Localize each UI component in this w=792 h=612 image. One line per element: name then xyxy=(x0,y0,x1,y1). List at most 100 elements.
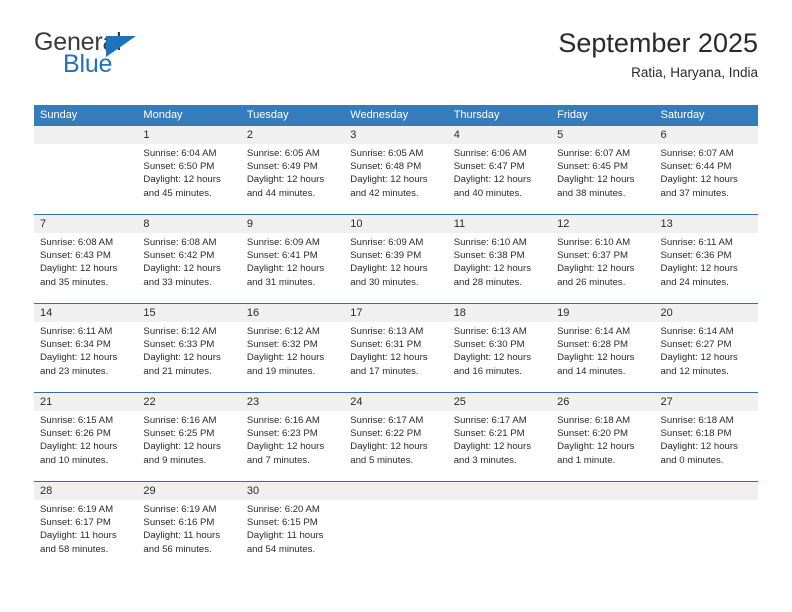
week-date-band: 7 8 9 10 11 12 13 xyxy=(34,215,758,233)
day-number-6[interactable]: 6 xyxy=(655,126,758,144)
day-number-29[interactable]: 29 xyxy=(137,482,240,500)
day-detail-line: Sunset: 6:20 PM xyxy=(557,428,629,440)
day-detail-line: Sunrise: 6:09 AM xyxy=(350,237,424,248)
day-cell-17[interactable]: Sunrise: 6:13 AM Sunset: 6:31 PM Daylight:… xyxy=(344,322,447,392)
day-number-5[interactable]: 5 xyxy=(551,126,654,144)
day-cell-16[interactable]: Sunrise: 6:12 AM Sunset: 6:32 PM Daylight:… xyxy=(241,322,344,392)
day-number-30[interactable]: 30 xyxy=(241,482,344,500)
day-number-14[interactable]: 14 xyxy=(34,304,137,322)
day-detail-line: Sunset: 6:23 PM xyxy=(246,428,318,440)
day-cell-25[interactable]: Sunrise: 6:17 AM Sunset: 6:21 PM Daylight:… xyxy=(448,411,551,481)
day-number-18[interactable]: 18 xyxy=(448,304,551,322)
day-number-27[interactable]: 27 xyxy=(655,393,758,411)
day-detail-line: Daylight: 12 hours xyxy=(453,352,532,364)
day-cell-7[interactable]: Sunrise: 6:08 AM Sunset: 6:43 PM Daylight:… xyxy=(34,233,137,303)
day-detail-line: and 44 minutes. xyxy=(246,187,316,199)
day-cell-20[interactable]: Sunrise: 6:14 AM Sunset: 6:27 PM Daylight:… xyxy=(655,322,758,392)
day-cell-5[interactable]: Sunrise: 6:07 AM Sunset: 6:45 PM Daylight:… xyxy=(551,144,654,214)
day-detail-line: Sunrise: 6:19 AM xyxy=(40,504,114,515)
calendar-week-row: 14 15 16 17 18 19 20 Sunrise: 6:11 AM Sunset: 6:… xyxy=(34,303,758,392)
day-number-19[interactable]: 19 xyxy=(551,304,654,322)
day-number-20[interactable]: 20 xyxy=(655,304,758,322)
day-number-11[interactable]: 11 xyxy=(448,215,551,233)
day-detail-line: Daylight: 12 hours xyxy=(350,352,428,364)
day-number-12[interactable]: 12 xyxy=(551,215,654,233)
day-number-13[interactable]: 13 xyxy=(655,215,758,233)
day-cell-4[interactable]: Sunrise: 6:06 AM Sunset: 6:47 PM Daylight:… xyxy=(448,144,551,214)
day-detail-line: Daylight: 12 hours xyxy=(660,263,738,275)
day-detail-line: Sunset: 6:39 PM xyxy=(350,250,422,262)
day-cell-24[interactable]: Sunrise: 6:17 AM Sunset: 6:22 PM Daylight:… xyxy=(344,411,447,481)
calendar-week-row: 7 8 9 10 11 12 13 Sunrise: 6:08 AM Sunset: 6:43 … xyxy=(34,214,758,303)
brand-logo[interactable]: General Blue xyxy=(34,26,264,82)
day-detail-line: Sunrise: 6:04 AM xyxy=(143,148,217,159)
day-detail-line: Daylight: 12 hours xyxy=(453,441,532,453)
day-number-15[interactable]: 15 xyxy=(137,304,240,322)
day-number-empty xyxy=(655,482,758,500)
day-cell-11[interactable]: Sunrise: 6:10 AM Sunset: 6:38 PM Daylight:… xyxy=(448,233,551,303)
day-number-23[interactable]: 23 xyxy=(241,393,344,411)
day-cell-18[interactable]: Sunrise: 6:13 AM Sunset: 6:30 PM Daylight:… xyxy=(448,322,551,392)
day-cell-21[interactable]: Sunrise: 6:15 AM Sunset: 6:26 PM Daylight:… xyxy=(34,411,137,481)
day-detail-line: Daylight: 12 hours xyxy=(143,352,221,364)
day-number-10[interactable]: 10 xyxy=(344,215,447,233)
day-cell-14[interactable]: Sunrise: 6:11 AM Sunset: 6:34 PM Daylight:… xyxy=(34,322,137,392)
page-header: General Blue September 2025 Ratia, Harya… xyxy=(34,26,758,88)
day-detail-line: Sunset: 6:34 PM xyxy=(40,339,111,351)
day-detail-line: Sunrise: 6:11 AM xyxy=(40,326,113,337)
day-detail-line: Sunrise: 6:05 AM xyxy=(246,148,320,159)
day-cell-19[interactable]: Sunrise: 6:14 AM Sunset: 6:28 PM Daylight:… xyxy=(551,322,654,392)
day-detail-line: Daylight: 12 hours xyxy=(350,441,428,453)
weekday-header-monday: Monday xyxy=(143,109,183,121)
day-cell-22[interactable]: Sunrise: 6:16 AM Sunset: 6:25 PM Daylight:… xyxy=(137,411,240,481)
day-detail-line: Daylight: 11 hours xyxy=(40,530,117,542)
day-detail-line: Sunrise: 6:10 AM xyxy=(453,237,527,248)
day-detail-line: Sunrise: 6:15 AM xyxy=(40,415,114,426)
day-cell-2[interactable]: Sunrise: 6:05 AM Sunset: 6:49 PM Daylight:… xyxy=(241,144,344,214)
day-cell-23[interactable]: Sunrise: 6:16 AM Sunset: 6:23 PM Daylight:… xyxy=(241,411,344,481)
day-cell-29[interactable]: Sunrise: 6:19 AM Sunset: 6:16 PM Daylight:… xyxy=(137,500,240,570)
day-cell-8[interactable]: Sunrise: 6:08 AM Sunset: 6:42 PM Daylight:… xyxy=(137,233,240,303)
day-detail-line: Sunrise: 6:14 AM xyxy=(660,326,734,337)
day-number-9[interactable]: 9 xyxy=(241,215,344,233)
day-detail-line: Sunset: 6:45 PM xyxy=(557,161,629,173)
day-number-7[interactable]: 7 xyxy=(34,215,137,233)
day-detail-line: Sunset: 6:15 PM xyxy=(246,517,318,529)
day-detail-line: Daylight: 12 hours xyxy=(350,174,428,186)
day-cell-15[interactable]: Sunrise: 6:12 AM Sunset: 6:33 PM Daylight:… xyxy=(137,322,240,392)
day-number-22[interactable]: 22 xyxy=(137,393,240,411)
day-cell-26[interactable]: Sunrise: 6:18 AM Sunset: 6:20 PM Daylight:… xyxy=(551,411,654,481)
weekday-header-tuesday: Tuesday xyxy=(246,109,289,121)
day-cell-9[interactable]: Sunrise: 6:09 AM Sunset: 6:41 PM Daylight:… xyxy=(241,233,344,303)
day-cell-28[interactable]: Sunrise: 6:19 AM Sunset: 6:17 PM Daylight:… xyxy=(34,500,137,570)
day-cell-10[interactable]: Sunrise: 6:09 AM Sunset: 6:39 PM Daylight:… xyxy=(344,233,447,303)
day-cell-13[interactable]: Sunrise: 6:11 AM Sunset: 6:36 PM Daylight:… xyxy=(655,233,758,303)
day-cell-1[interactable]: Sunrise: 6:04 AM Sunset: 6:50 PM Daylight:… xyxy=(137,144,240,214)
day-number-1[interactable]: 1 xyxy=(137,126,240,144)
day-number-2[interactable]: 2 xyxy=(241,126,344,144)
day-cell-3[interactable]: Sunrise: 6:05 AM Sunset: 6:48 PM Daylight:… xyxy=(344,144,447,214)
day-number-16[interactable]: 16 xyxy=(241,304,344,322)
day-detail-line: Sunrise: 6:08 AM xyxy=(40,237,114,248)
day-cell-30[interactable]: Sunrise: 6:20 AM Sunset: 6:15 PM Daylight:… xyxy=(241,500,344,570)
day-number-24[interactable]: 24 xyxy=(344,393,447,411)
day-number-4[interactable]: 4 xyxy=(448,126,551,144)
day-number-21[interactable]: 21 xyxy=(34,393,137,411)
day-number-28[interactable]: 28 xyxy=(34,482,137,500)
day-number-26[interactable]: 26 xyxy=(551,393,654,411)
day-detail-line: and 45 minutes. xyxy=(143,187,212,199)
day-detail-line: and 42 minutes. xyxy=(350,187,419,199)
day-number-3[interactable]: 3 xyxy=(344,126,447,144)
day-number-25[interactable]: 25 xyxy=(448,393,551,411)
day-number-17[interactable]: 17 xyxy=(344,304,447,322)
day-cell-6[interactable]: Sunrise: 6:07 AM Sunset: 6:44 PM Daylight:… xyxy=(655,144,758,214)
day-number-8[interactable]: 8 xyxy=(137,215,240,233)
day-cell-27[interactable]: Sunrise: 6:18 AM Sunset: 6:18 PM Daylight:… xyxy=(655,411,758,481)
week-date-band: 123456 xyxy=(34,126,758,144)
day-detail-line: Sunrise: 6:13 AM xyxy=(453,326,527,337)
day-detail-line: and 31 minutes. xyxy=(246,276,316,288)
day-cell-12[interactable]: Sunrise: 6:10 AM Sunset: 6:37 PM Daylight:… xyxy=(551,233,654,303)
week-detail-band: Sunrise: 6:19 AM Sunset: 6:17 PM Daylight:… xyxy=(34,500,758,570)
page-title: September 2025 xyxy=(558,28,758,58)
calendar-weeks: 1 2 3 4 5 6 Sunrise: 6:04 AM Sunset: 6:50 PM Day… xyxy=(34,126,758,570)
